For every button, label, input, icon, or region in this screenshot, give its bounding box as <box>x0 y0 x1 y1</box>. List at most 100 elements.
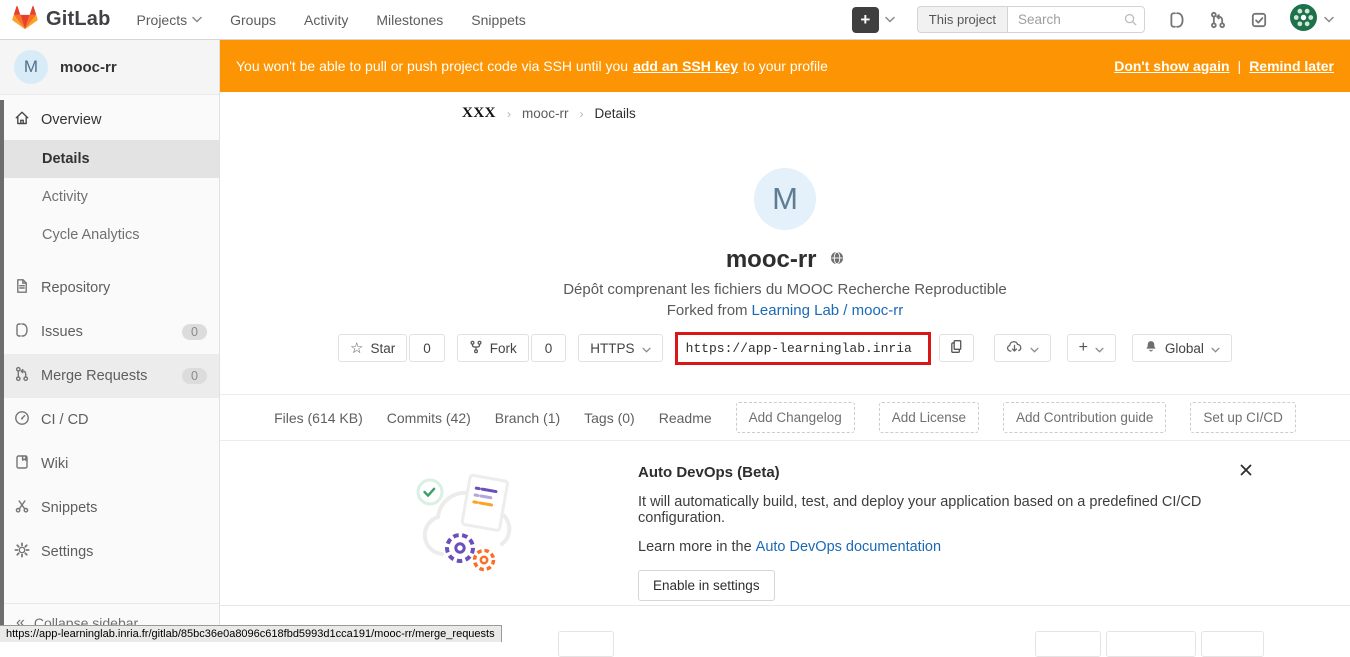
chevron-down-icon[interactable] <box>885 16 895 23</box>
sidebar-item-settings[interactable]: Settings <box>0 530 219 574</box>
todos-icon[interactable] <box>1250 11 1268 29</box>
gitlab-logo[interactable]: GitLab <box>12 5 111 35</box>
main-content: XXX › mooc-rr › Details M mooc-rr Dépôt … <box>220 92 1350 642</box>
nav-snippets[interactable]: Snippets <box>471 12 525 28</box>
project-avatar: M <box>754 168 816 230</box>
new-file-dropdown[interactable]: + <box>1067 334 1116 362</box>
chevron-down-icon <box>642 341 651 356</box>
project-sidebar: M mooc-rr Overview Details Activity Cycl… <box>0 40 220 642</box>
ssh-warning-banner: You won't be able to pull or push projec… <box>220 40 1350 92</box>
add-license-button[interactable]: Add License <box>879 402 979 433</box>
chevron-down-icon <box>1211 341 1220 356</box>
issues-icon[interactable] <box>1168 11 1186 29</box>
merge-requests-icon[interactable] <box>1209 11 1227 29</box>
project-actions-row: ☆ Star 0 Fork 0 HTTPS <box>220 333 1350 363</box>
tags-link[interactable]: Tags (0) <box>584 410 635 426</box>
chevron-down-icon[interactable] <box>1324 16 1334 23</box>
commits-link[interactable]: Commits (42) <box>387 410 471 426</box>
sidebar-item-snippets[interactable]: Snippets <box>0 486 219 530</box>
fork-button[interactable]: Fork <box>457 334 529 362</box>
gitlab-tanuki-icon <box>12 5 38 35</box>
star-button[interactable]: ☆ Star <box>338 334 407 362</box>
gauge-icon <box>14 410 30 430</box>
breadcrumb-page: Details <box>595 106 636 121</box>
copy-url-button[interactable] <box>939 334 974 362</box>
enable-in-settings-button[interactable]: Enable in settings <box>638 570 775 601</box>
chevron-down-icon <box>1095 341 1104 356</box>
issues-icon <box>14 322 30 342</box>
auto-devops-title: Auto DevOps (Beta) <box>638 464 1230 481</box>
project-avatar-small: M <box>14 50 48 84</box>
breadcrumb-project[interactable]: mooc-rr <box>522 106 569 121</box>
auto-devops-callout: Auto DevOps (Beta) It will automatically… <box>220 450 1350 606</box>
add-ssh-key-link[interactable]: add an SSH key <box>633 58 738 74</box>
breadcrumb-separator: › <box>507 107 511 121</box>
auto-devops-doc-link[interactable]: Auto DevOps documentation <box>756 539 941 555</box>
book-icon <box>14 454 30 474</box>
user-avatar[interactable] <box>1290 4 1317 36</box>
readme-link[interactable]: Readme <box>659 410 712 426</box>
breadcrumb: XXX › mooc-rr › Details <box>462 105 636 122</box>
forked-from-line: Forked fromLearning Lab / mooc-rr <box>220 302 1350 319</box>
protocol-dropdown[interactable]: HTTPS <box>578 334 662 362</box>
sidebar-project-header[interactable]: M mooc-rr <box>0 40 219 95</box>
auto-devops-text: Auto DevOps (Beta) It will automatically… <box>638 464 1230 601</box>
add-changelog-button[interactable]: Add Changelog <box>736 402 855 433</box>
merge-requests-count-badge: 0 <box>182 368 207 384</box>
readme-partial-button[interactable] <box>1106 631 1196 657</box>
merge-request-icon <box>14 366 30 386</box>
set-up-ci-cd-button[interactable]: Set up CI/CD <box>1190 402 1296 433</box>
files-link[interactable]: Files (614 KB) <box>274 410 363 426</box>
branch-link[interactable]: Branch (1) <box>495 410 560 426</box>
gitlab-project-page: GitLab Projects Groups Activity Mileston… <box>0 0 1350 642</box>
scissors-icon <box>14 498 30 518</box>
project-title: mooc-rr <box>726 246 817 273</box>
sidebar-scrollbar[interactable] <box>0 100 4 627</box>
readme-partial-button[interactable] <box>1201 631 1264 657</box>
star-count-button[interactable]: 0 <box>409 334 445 362</box>
search-group: This project <box>917 6 1145 33</box>
readme-partial-button[interactable] <box>1035 631 1101 657</box>
project-stats-bar: Files (614 KB) Commits (42) Branch (1) T… <box>220 394 1350 441</box>
sidebar-item-activity[interactable]: Activity <box>0 178 219 216</box>
sidebar-nav: Overview Details Activity Cycle Analytic… <box>0 95 219 574</box>
chevron-down-icon <box>192 16 202 23</box>
notification-dropdown[interactable]: Global <box>1132 334 1232 362</box>
add-contribution-guide-button[interactable]: Add Contribution guide <box>1003 402 1166 433</box>
sidebar-item-repository[interactable]: Repository <box>0 266 219 310</box>
breadcrumb-namespace[interactable]: XXX <box>462 105 496 122</box>
banner-separator: | <box>1238 58 1242 74</box>
clone-url-input[interactable] <box>678 335 928 362</box>
nav-groups[interactable]: Groups <box>230 12 276 28</box>
sidebar-item-cycle-analytics[interactable]: Cycle Analytics <box>0 216 219 254</box>
auto-devops-illustration <box>408 456 530 585</box>
project-description: Dépôt comprenant les fichiers du MOOC Re… <box>220 281 1350 298</box>
remind-later-link[interactable]: Remind later <box>1249 58 1334 74</box>
nav-activity[interactable]: Activity <box>304 12 348 28</box>
auto-devops-body: It will automatically build, test, and d… <box>638 494 1230 526</box>
sidebar-item-ci-cd[interactable]: CI / CD <box>0 398 219 442</box>
breadcrumb-separator: › <box>580 107 584 121</box>
project-title-row: mooc-rr <box>220 244 1350 274</box>
readme-partial-button[interactable] <box>558 631 614 657</box>
search-scope-label: This project <box>917 6 1007 33</box>
sidebar-item-issues[interactable]: Issues 0 <box>0 310 219 354</box>
copy-icon <box>949 339 964 357</box>
sidebar-item-merge-requests[interactable]: Merge Requests 0 <box>0 354 219 398</box>
sidebar-project-name: mooc-rr <box>60 59 117 76</box>
sidebar-item-details[interactable]: Details <box>0 140 219 178</box>
close-icon[interactable] <box>1240 463 1252 481</box>
top-nav: Projects Groups Activity Milestones Snip… <box>137 12 554 28</box>
sidebar-item-overview[interactable]: Overview <box>0 100 219 140</box>
dont-show-again-link[interactable]: Don't show again <box>1114 58 1229 74</box>
fork-count-button[interactable]: 0 <box>531 334 567 362</box>
sidebar-item-wiki[interactable]: Wiki <box>0 442 219 486</box>
download-button[interactable] <box>994 334 1051 362</box>
fork-source-link[interactable]: Learning Lab / mooc-rr <box>752 302 904 319</box>
new-item-button[interactable]: + <box>852 7 879 33</box>
nav-milestones[interactable]: Milestones <box>376 12 443 28</box>
search-icon <box>1123 12 1138 32</box>
nav-projects[interactable]: Projects <box>137 12 203 28</box>
cloud-download-icon <box>1006 339 1023 357</box>
document-icon <box>14 278 30 298</box>
